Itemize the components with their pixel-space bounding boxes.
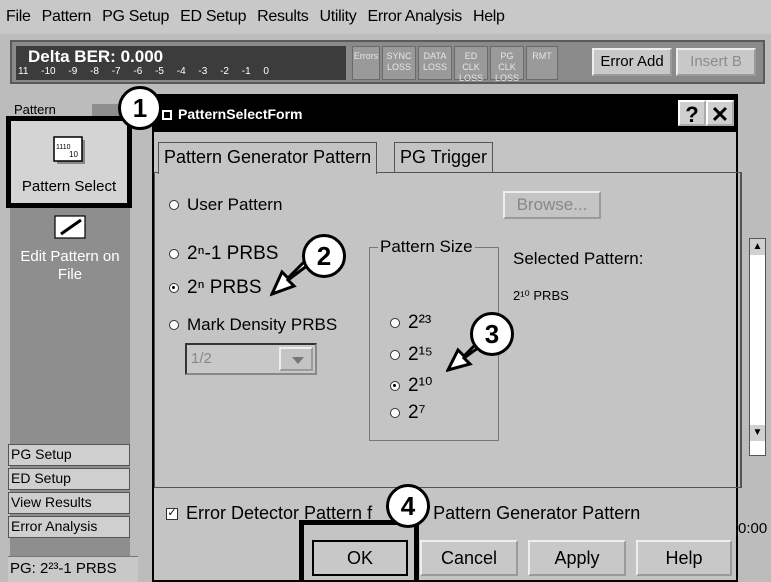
edit-pattern-button[interactable]: Edit Pattern on File	[20, 214, 120, 284]
callout-4: 4	[386, 484, 430, 528]
size-2-23-label: 2²³	[408, 312, 432, 333]
menu-ed-setup[interactable]: ED Setup	[180, 8, 246, 26]
dialog-title: PatternSelectForm	[178, 106, 303, 122]
browse-button[interactable]: Browse...	[503, 191, 601, 219]
checkbox-checked-icon: ✓	[166, 506, 178, 520]
pattern-select-icon: 1110 10	[53, 136, 87, 166]
mark-density-value: 1/2	[191, 350, 212, 367]
prbs-2n-radio[interactable]: 2ⁿ PRBS	[169, 277, 262, 299]
ed-clk-loss-indicator: ED CLK LOSS	[454, 46, 488, 83]
user-pattern-label: User Pattern	[187, 195, 283, 214]
rmt-indicator: RMT	[526, 46, 558, 80]
pattern-size-title: Pattern Size	[378, 237, 475, 257]
tab-pattern-generator-pattern[interactable]: Pattern Generator Pattern	[158, 142, 378, 174]
error-add-button[interactable]: Error Add	[592, 48, 672, 76]
size-2-23-radio[interactable]: 2²³	[390, 312, 431, 334]
size-2-7-label: 2⁷	[408, 402, 426, 423]
tab-pg-trigger[interactable]: PG Trigger	[394, 142, 494, 172]
menu-bar: File Pattern PG Setup ED Setup Results U…	[0, 0, 771, 34]
radio-dot	[390, 408, 400, 418]
size-2-15-label: 2¹⁵	[408, 344, 433, 365]
radio-dot-selected	[390, 380, 400, 391]
pg-status-text: PG: 2²³-1 PRBS	[8, 556, 138, 582]
help-button[interactable]: Help	[636, 540, 732, 576]
mark-density-radio[interactable]: Mark Density PRBS	[169, 315, 337, 335]
insert-b-button[interactable]: Insert B	[676, 48, 756, 76]
window-icon	[162, 110, 172, 120]
user-pattern-radio[interactable]: User Pattern	[169, 195, 282, 215]
tab-page: User Pattern Browse... 2ⁿ-1 PRBS 2ⁿ PRBS…	[154, 172, 742, 488]
menu-help[interactable]: Help	[473, 8, 505, 26]
close-icon[interactable]: ✕	[706, 100, 734, 127]
menu-utility[interactable]: Utility	[319, 8, 356, 26]
pattern-select-button[interactable]: 1110 10 Pattern Select	[6, 116, 132, 208]
radio-dot	[390, 318, 400, 328]
radio-dot	[169, 200, 179, 210]
edit-pattern-icon	[53, 214, 87, 240]
radio-dot	[169, 249, 179, 259]
prbs-2n-1-label: 2ⁿ-1 PRBS	[187, 243, 279, 264]
menu-pattern[interactable]: Pattern	[42, 8, 92, 26]
callout-2: 2	[302, 234, 346, 278]
chevron-down-icon[interactable]	[279, 347, 313, 371]
ber-display: Delta BER: 0.000 11 -10 -9 -8 -7 -6 -5 -…	[16, 46, 346, 80]
cancel-button[interactable]: Cancel	[420, 540, 518, 576]
status-toolbar: Delta BER: 0.000 11 -10 -9 -8 -7 -6 -5 -…	[10, 40, 765, 84]
svg-text:10: 10	[69, 150, 78, 159]
menu-results[interactable]: Results	[257, 8, 309, 26]
time-readout: 0:00	[738, 520, 768, 537]
nav-error-analysis[interactable]: Error Analysis	[8, 516, 130, 538]
prbs-2n-label: 2ⁿ PRBS	[187, 277, 262, 298]
selected-pattern-value: 2¹⁰ PRBS	[513, 288, 569, 303]
menu-error-analysis[interactable]: Error Analysis	[367, 8, 462, 26]
apply-button[interactable]: Apply	[528, 540, 626, 576]
size-2-15-radio[interactable]: 2¹⁵	[390, 344, 433, 366]
size-2-10-label: 2¹⁰	[408, 375, 433, 396]
errors-indicator: Errors	[352, 46, 380, 80]
radio-dot	[390, 350, 400, 360]
dialog-titlebar: PatternSelectForm ? ✕	[154, 96, 736, 132]
radio-dot	[169, 320, 179, 330]
pg-clk-loss-indicator: PG CLK LOSS	[490, 46, 524, 83]
sync-loss-indicator: SYNC LOSS	[382, 46, 416, 80]
data-loss-indicator: DATA LOSS	[418, 46, 452, 80]
ber-title: Delta BER: 0.000	[28, 47, 164, 66]
pattern-select-dialog: PatternSelectForm ? ✕ Pattern Generator …	[152, 94, 742, 582]
pattern-select-label: Pattern Select	[21, 178, 117, 195]
prbs-2n-1-radio[interactable]: 2ⁿ-1 PRBS	[169, 243, 278, 265]
nav-view-results[interactable]: View Results	[8, 492, 130, 514]
ber-scale: 11 -10 -9 -8 -7 -6 -5 -4 -3 -2 -1 0	[18, 66, 269, 77]
menu-file[interactable]: File	[6, 8, 31, 26]
nav-ed-setup[interactable]: ED Setup	[8, 468, 130, 490]
mark-density-label: Mark Density PRBS	[187, 315, 338, 334]
vertical-scrollbar[interactable]: ▲ ▼	[749, 238, 766, 456]
ok-highlight-frame	[299, 520, 419, 582]
edit-pattern-label: Edit Pattern on File	[20, 248, 120, 283]
size-2-10-radio[interactable]: 2¹⁰	[390, 374, 433, 397]
scroll-down-icon[interactable]: ▼	[750, 425, 765, 441]
selected-pattern-title: Selected Pattern:	[513, 249, 644, 268]
error-detector-label-tail: he Pattern Generator Pattern	[408, 503, 641, 523]
nav-pg-setup[interactable]: PG Setup	[8, 444, 130, 466]
callout-1: 1	[118, 86, 162, 130]
mark-density-select[interactable]: 1/2	[185, 343, 317, 375]
size-2-7-radio[interactable]: 2⁷	[390, 402, 425, 424]
radio-dot-selected	[169, 283, 179, 293]
help-icon[interactable]: ?	[678, 100, 706, 127]
scroll-up-icon[interactable]: ▲	[750, 239, 765, 255]
callout-3: 3	[470, 312, 514, 356]
menu-pg-setup[interactable]: PG Setup	[102, 8, 169, 26]
